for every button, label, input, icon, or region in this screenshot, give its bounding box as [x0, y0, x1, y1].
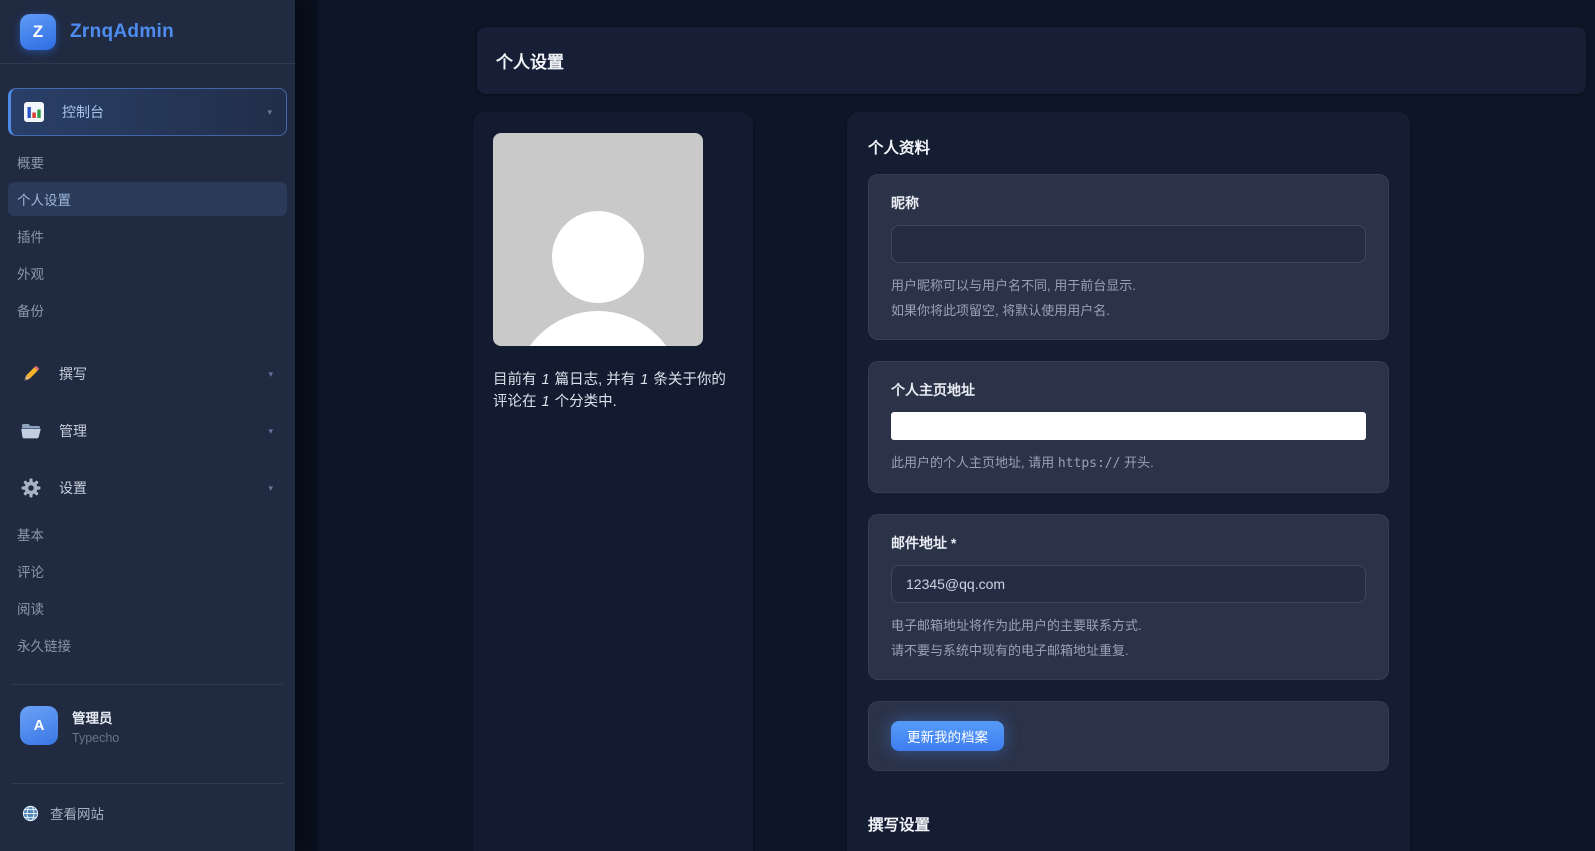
sidebar-item-comments[interactable]: 评论: [8, 554, 287, 588]
sidebar-item-label: 个人设置: [17, 193, 71, 208]
folder-icon: [20, 420, 42, 442]
homepage-field-group: 个人主页地址 此用户的个人主页地址, 请用 https:// 开头.: [868, 361, 1389, 493]
console-submenu: 概要 个人设置 插件 外观 备份: [8, 140, 287, 334]
settings-submenu: 基本 评论 阅读 永久链接: [8, 512, 287, 669]
sidebar-item-label: 评论: [17, 565, 44, 580]
avatar-shoulders-shape: [514, 311, 682, 346]
user-name: 管理员: [72, 710, 113, 726]
nickname-label: 昵称: [891, 195, 919, 211]
globe-icon: [22, 805, 39, 822]
sidebar-item-settings[interactable]: 设置 ▾: [8, 464, 287, 512]
sidebar-item-label: 设置: [59, 480, 87, 496]
user-avatar: A: [20, 706, 58, 745]
user-info: 管理员 Typecho: [72, 707, 119, 745]
sidebar-nav: 控制台 ▾ 概要 个人设置 插件 外观 备份 撰写 ▾ 管理 ▾ 设置 ▾ 基本…: [0, 64, 295, 669]
nickname-field-group: 昵称 用户昵称可以与用户名不同, 用于前台显示. 如果你将此项留空, 将默认使用…: [868, 174, 1389, 340]
homepage-help: 此用户的个人主页地址, 请用 https:// 开头.: [891, 455, 1154, 471]
user-avatar-letter: A: [33, 717, 45, 734]
sidebar-divider: [12, 783, 283, 784]
nickname-help-line2: 如果你将此项留空, 将默认使用用户名.: [891, 303, 1110, 318]
page-title: 个人设置: [496, 53, 564, 72]
chevron-down-icon: ▾: [268, 368, 273, 379]
bar-chart-icon: [23, 101, 45, 123]
sidebar-item-manage[interactable]: 管理 ▾: [8, 407, 287, 455]
brand-name: ZrnqAdmin: [70, 20, 175, 42]
sidebar-item-label: 撰写: [59, 366, 87, 382]
writing-section-title: 撰写设置: [868, 817, 931, 834]
sidebar-divider: [12, 684, 283, 685]
page-header: 个人设置: [477, 27, 1586, 94]
nickname-help-line1: 用户昵称可以与用户名不同, 用于前台显示.: [891, 278, 1136, 293]
view-site-link[interactable]: 查看网站: [22, 803, 104, 823]
sidebar-item-profile-settings[interactable]: 个人设置: [8, 182, 287, 216]
sidebar-item-label: 插件: [17, 230, 44, 245]
profile-section-title: 个人资料: [868, 140, 931, 157]
profile-summary-text: 目前有 1 篇日志, 并有 1 条关于你的评论在 1 个分类中.: [493, 372, 726, 411]
update-profile-button[interactable]: 更新我的档案: [891, 721, 1004, 751]
sidebar-item-label: 阅读: [17, 602, 44, 617]
email-help-line1: 电子邮箱地址将作为此用户的主要联系方式.: [891, 618, 1142, 633]
main-content: 个人设置 目前有 1 篇日志, 并有 1 条关于你的评论在 1 个分类中. 个人…: [295, 0, 1595, 851]
email-help-line2: 请不要与系统中现有的电子邮箱地址重复.: [891, 643, 1129, 658]
profile-form-card: 个人资料 昵称 用户昵称可以与用户名不同, 用于前台显示. 如果你将此项留空, …: [847, 112, 1410, 851]
email-input[interactable]: [891, 565, 1366, 603]
avatar-head-shape: [552, 211, 644, 303]
homepage-input[interactable]: [891, 412, 1366, 440]
pencil-icon: [20, 363, 42, 385]
sidebar-item-basic[interactable]: 基本: [8, 517, 287, 551]
sidebar-item-reading[interactable]: 阅读: [8, 591, 287, 625]
email-field-group: 邮件地址 * 电子邮箱地址将作为此用户的主要联系方式. 请不要与系统中现有的电子…: [868, 514, 1389, 680]
submit-field-group: 更新我的档案: [868, 701, 1389, 771]
sidebar-item-appearance[interactable]: 外观: [8, 256, 287, 290]
chevron-down-icon: ▾: [268, 482, 273, 493]
sidebar-item-label: 控制台: [62, 104, 104, 120]
user-role: Typecho: [72, 730, 120, 745]
sidebar-item-label: 备份: [17, 304, 44, 319]
sidebar-item-backup[interactable]: 备份: [8, 293, 287, 327]
user-profile[interactable]: A 管理员 Typecho: [20, 706, 119, 745]
sidebar-item-plugins[interactable]: 插件: [8, 219, 287, 253]
sidebar-item-console[interactable]: 控制台 ▾: [8, 88, 287, 136]
homepage-label: 个人主页地址: [891, 382, 975, 398]
sidebar-item-overview[interactable]: 概要: [8, 145, 287, 179]
sidebar-item-label: 管理: [59, 423, 87, 439]
gear-icon: [20, 477, 42, 499]
sidebar-item-label: 永久链接: [17, 639, 71, 654]
sidebar: Z ZrnqAdmin 控制台 ▾ 概要 个人设置 插件 外观 备份 撰写 ▾ …: [0, 0, 295, 851]
profile-summary-card: 目前有 1 篇日志, 并有 1 条关于你的评论在 1 个分类中.: [473, 112, 753, 851]
avatar-placeholder-image[interactable]: [493, 133, 703, 346]
sidebar-item-label: 概要: [17, 156, 44, 171]
view-site-label: 查看网站: [50, 807, 104, 822]
sidebar-item-permalinks[interactable]: 永久链接: [8, 628, 287, 662]
email-label: 邮件地址 *: [891, 535, 957, 551]
brand[interactable]: Z ZrnqAdmin: [0, 0, 295, 64]
chevron-down-icon: ▾: [268, 425, 273, 436]
sidebar-item-write[interactable]: 撰写 ▾: [8, 350, 287, 398]
brand-logo-icon: Z: [20, 13, 56, 50]
sidebar-item-label: 外观: [17, 267, 44, 282]
chevron-down-icon: ▾: [267, 106, 272, 117]
nickname-input[interactable]: [891, 225, 1366, 263]
sidebar-item-label: 基本: [17, 528, 44, 543]
brand-logo-letter: Z: [32, 21, 44, 41]
